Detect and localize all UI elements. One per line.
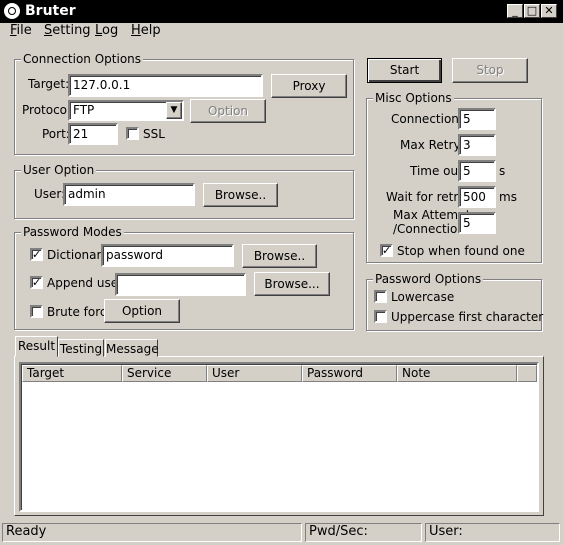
stop-when-found-checkbox[interactable]: ✓ bbox=[380, 244, 393, 257]
lowercase-label: Lowercase bbox=[391, 290, 455, 304]
close-button[interactable]: ✕ bbox=[541, 4, 557, 18]
uppercase-first-label: Uppercase first character bbox=[391, 310, 544, 324]
protocol-value: FTP bbox=[73, 103, 95, 117]
wait-retry-input[interactable]: 500 bbox=[458, 186, 496, 208]
status-user: User: bbox=[425, 523, 560, 542]
dictionary-browse-button[interactable]: Browse.. bbox=[242, 244, 317, 268]
title-bar: Bruter _ □ ✕ bbox=[0, 0, 563, 23]
append-user-input[interactable] bbox=[115, 273, 246, 296]
password-modes-title: Password Modes bbox=[21, 225, 124, 239]
tab-result[interactable]: Result bbox=[15, 336, 58, 357]
window-title: Bruter bbox=[25, 3, 76, 19]
password-options-title: Password Options bbox=[373, 272, 484, 286]
ssl-checkbox[interactable] bbox=[126, 127, 139, 140]
stop-when-found-label: Stop when found one bbox=[397, 244, 525, 258]
chevron-down-icon[interactable]: ▼ bbox=[166, 102, 182, 119]
column-service[interactable]: Service bbox=[122, 365, 207, 382]
misc-options-title: Misc Options bbox=[373, 91, 454, 105]
brute-force-checkbox[interactable] bbox=[30, 305, 43, 318]
append-user-browse-button[interactable]: Browse... bbox=[254, 272, 330, 296]
menu-bar: File Setting Log Help bbox=[0, 23, 563, 43]
dictionary-checkbox[interactable]: ✓ bbox=[30, 248, 43, 261]
protocol-label: Protocol: bbox=[22, 103, 75, 117]
target-input[interactable]: 127.0.0.1 bbox=[68, 74, 263, 97]
status-ready: Ready bbox=[2, 523, 302, 542]
result-list[interactable]: Target Service User Password Note bbox=[19, 362, 539, 512]
menu-file[interactable]: File bbox=[10, 23, 32, 38]
protocol-option-button[interactable]: Option bbox=[190, 99, 266, 123]
column-note[interactable]: Note bbox=[397, 365, 517, 382]
start-button[interactable]: Start bbox=[367, 58, 442, 83]
dictionary-input[interactable]: password bbox=[101, 244, 234, 267]
status-pwd-sec: Pwd/Sec: bbox=[305, 523, 422, 542]
menu-log[interactable]: Log bbox=[95, 23, 118, 38]
menu-help[interactable]: Help bbox=[131, 23, 161, 38]
port-label: Port: bbox=[42, 127, 70, 141]
brute-force-option-button[interactable]: Option bbox=[104, 299, 180, 323]
user-input[interactable]: admin bbox=[63, 183, 195, 206]
connection-options-title: Connection Options bbox=[21, 52, 144, 66]
max-retry-label: Max Retry: bbox=[400, 138, 464, 152]
connections-input[interactable]: 5 bbox=[458, 108, 496, 130]
stop-button[interactable]: Stop bbox=[452, 58, 528, 83]
proxy-button[interactable]: Proxy bbox=[271, 74, 347, 98]
append-user-checkbox[interactable]: ✓ bbox=[30, 276, 43, 289]
protocol-select[interactable]: FTP ▼ bbox=[68, 100, 184, 121]
target-label: Target: bbox=[28, 77, 70, 91]
uppercase-first-checkbox[interactable] bbox=[374, 310, 387, 323]
menu-setting[interactable]: Setting bbox=[44, 23, 91, 38]
user-option-title: User Option bbox=[21, 163, 97, 177]
wait-retry-unit: ms bbox=[499, 190, 517, 204]
maximize-button[interactable]: □ bbox=[524, 4, 540, 18]
app-icon bbox=[4, 3, 20, 19]
user-browse-button[interactable]: Browse.. bbox=[203, 183, 278, 207]
timeout-input[interactable]: 5 bbox=[458, 160, 496, 182]
port-input[interactable]: 21 bbox=[68, 123, 118, 145]
column-filler bbox=[517, 365, 537, 382]
wait-retry-label: Wait for retry: bbox=[386, 190, 469, 204]
minimize-button[interactable]: _ bbox=[507, 4, 523, 18]
max-retry-input[interactable]: 3 bbox=[458, 134, 496, 156]
timeout-unit: s bbox=[499, 164, 506, 178]
column-password[interactable]: Password bbox=[302, 365, 397, 382]
user-label: User: bbox=[34, 187, 66, 201]
max-attempt-input[interactable]: 5 bbox=[458, 212, 496, 234]
lowercase-checkbox[interactable] bbox=[374, 290, 387, 303]
ssl-label: SSL bbox=[143, 127, 165, 141]
tab-message[interactable]: Message bbox=[105, 339, 159, 357]
tab-testing[interactable]: Testing bbox=[58, 339, 104, 357]
column-user[interactable]: User bbox=[207, 365, 302, 382]
column-target[interactable]: Target bbox=[22, 365, 122, 382]
